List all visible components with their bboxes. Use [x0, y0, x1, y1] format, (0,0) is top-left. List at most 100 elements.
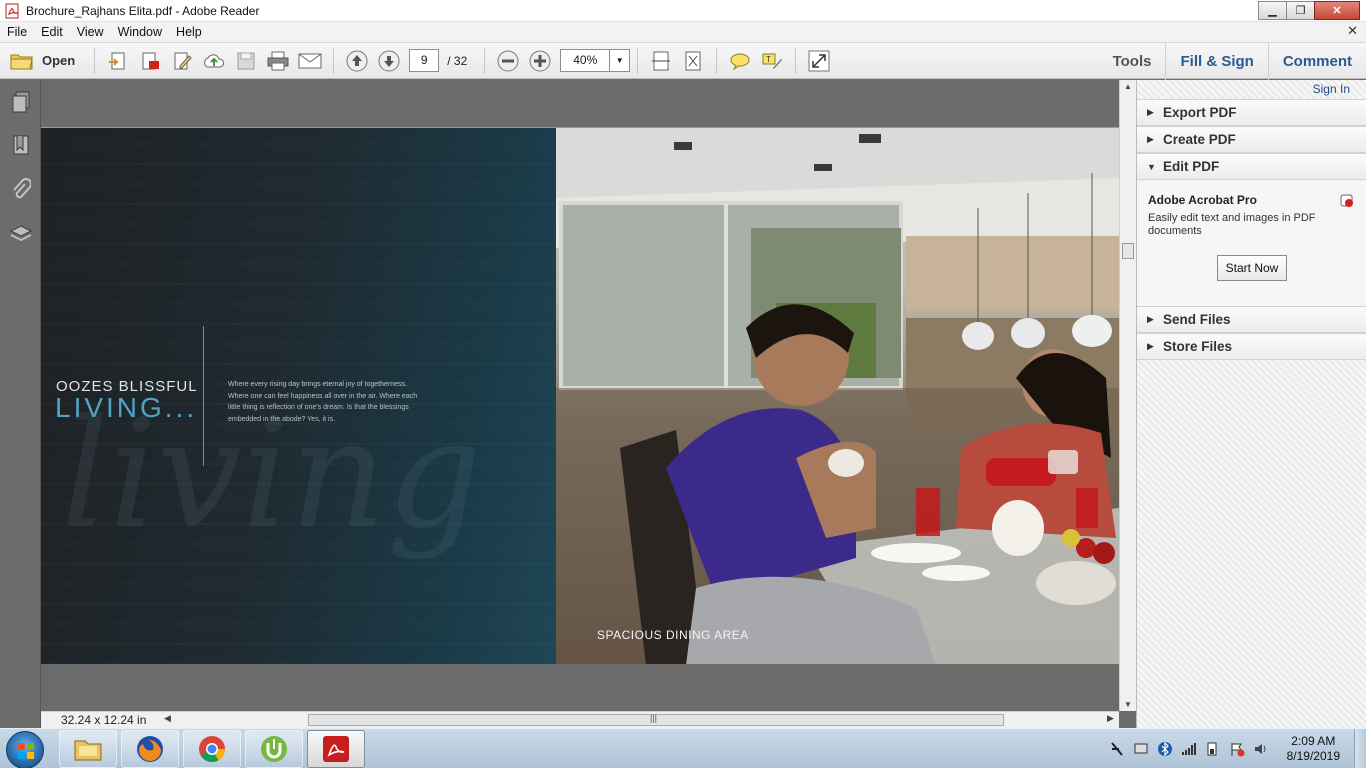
toolbar-separator: [795, 47, 797, 74]
menu-window[interactable]: Window: [111, 25, 169, 39]
scroll-left-icon[interactable]: ◀: [164, 713, 171, 724]
section-label: Edit PDF: [1163, 159, 1220, 174]
taskbar-adobe-reader[interactable]: [307, 730, 365, 768]
layers-icon[interactable]: [0, 212, 41, 256]
comment-icon[interactable]: [728, 49, 752, 73]
full-screen-icon[interactable]: [807, 49, 831, 73]
scroll-down-icon[interactable]: ▼: [1124, 700, 1132, 709]
tab-tools[interactable]: Tools: [1099, 43, 1166, 80]
section-edit-pdf[interactable]: ▼ Edit PDF: [1137, 153, 1366, 180]
zoom-value[interactable]: 40%: [560, 49, 611, 72]
flag-warning-icon[interactable]: [1229, 741, 1245, 757]
start-now-button[interactable]: Start Now: [1217, 255, 1287, 281]
page-number-input[interactable]: 9: [409, 49, 440, 72]
next-page-icon[interactable]: [377, 49, 401, 73]
section-store-files[interactable]: ▶ Store Files: [1137, 333, 1366, 360]
battery-icon[interactable]: [1205, 741, 1221, 757]
folder-icon: [74, 740, 102, 761]
section-export-pdf[interactable]: ▶ Export PDF: [1137, 99, 1366, 126]
taskbar: 2:09 AM 8/19/2019: [0, 728, 1366, 768]
chevron-down-icon[interactable]: ▼: [610, 49, 631, 72]
menu-file[interactable]: File: [0, 25, 34, 39]
tools-pane: Sign In ▶ Export PDF ▶ Create PDF ▼ Edit…: [1136, 80, 1366, 728]
page-thumbnails-icon[interactable]: [0, 80, 41, 124]
menu-help[interactable]: Help: [169, 25, 209, 39]
zoom-out-icon[interactable]: [496, 49, 520, 73]
print-icon[interactable]: [266, 49, 290, 73]
taskbar-file-explorer[interactable]: [59, 730, 117, 768]
fit-page-icon[interactable]: [681, 49, 705, 73]
photo-caption: SPACIOUS DINING AREA: [597, 628, 749, 642]
page-size-readout: 32.24 x 12.24 in: [61, 713, 147, 727]
zoom-select[interactable]: 40% ▼: [560, 49, 631, 72]
toolbar: Open 9 / 32 40% ▼ T Tools Fill & Sign Co…: [0, 42, 1366, 80]
bluetooth-icon[interactable]: [1157, 741, 1173, 757]
attachments-icon[interactable]: [0, 168, 41, 212]
menu-bar: File Edit View Window Help ✕: [0, 22, 1366, 42]
brochure-body-text: Where every rising day brings eternal jo…: [228, 381, 418, 423]
scroll-thumb[interactable]: [1122, 243, 1134, 259]
acrobat-pro-icon[interactable]: [1339, 193, 1355, 209]
upload-cloud-icon[interactable]: [202, 49, 226, 73]
chevron-down-icon: ▼: [1147, 161, 1156, 172]
close-document-button[interactable]: ✕: [1347, 23, 1358, 39]
action-center-icon[interactable]: [1109, 741, 1125, 757]
scroll-up-icon[interactable]: ▲: [1124, 82, 1132, 91]
chrome-icon: [199, 736, 226, 763]
chevron-right-icon: ▶: [1147, 314, 1154, 324]
bookmarks-icon[interactable]: [0, 124, 41, 168]
horizontal-scrollbar[interactable]: |||: [308, 713, 1004, 726]
export-pdf-icon[interactable]: [106, 49, 130, 73]
section-send-files[interactable]: ▶ Send Files: [1137, 306, 1366, 333]
edit-pdf-body: Adobe Acrobat Pro Easily edit text and i…: [1137, 181, 1366, 307]
previous-page-icon[interactable]: [345, 49, 369, 73]
section-label: Create PDF: [1163, 132, 1236, 147]
zoom-in-icon[interactable]: [528, 49, 552, 73]
page-total: / 32: [447, 53, 468, 68]
toolbar-separator: [333, 47, 335, 74]
section-create-pdf[interactable]: ▶ Create PDF: [1137, 126, 1366, 153]
restore-button[interactable]: ❐: [1286, 1, 1315, 20]
toolbar-separator: [484, 47, 486, 74]
edit-pdf-icon[interactable]: [170, 49, 194, 73]
adobe-reader-app-icon: [5, 3, 20, 18]
network-signal-icon[interactable]: [1181, 741, 1197, 757]
scroll-grip-icon: |||: [650, 713, 658, 723]
section-label: Export PDF: [1163, 105, 1237, 120]
tab-fill-sign[interactable]: Fill & Sign: [1165, 43, 1267, 80]
highlight-text-icon[interactable]: T: [760, 49, 784, 73]
section-label: Send Files: [1163, 312, 1231, 327]
display-icon[interactable]: [1133, 741, 1149, 757]
navigation-pane: [0, 80, 41, 728]
volume-icon[interactable]: [1253, 741, 1269, 757]
taskbar-utorrent[interactable]: [245, 730, 303, 768]
dining-scene-illustration: [556, 128, 1119, 664]
menu-edit[interactable]: Edit: [34, 25, 70, 39]
sign-in-link[interactable]: Sign In: [1313, 82, 1350, 96]
tab-comment[interactable]: Comment: [1267, 43, 1366, 80]
taskbar-firefox[interactable]: [121, 730, 179, 768]
taskbar-chrome[interactable]: [183, 730, 241, 768]
start-button[interactable]: [6, 731, 44, 768]
chevron-right-icon: ▶: [1147, 107, 1154, 117]
vertical-divider: [203, 326, 204, 466]
menu-view[interactable]: View: [70, 25, 111, 39]
section-label: Store Files: [1163, 339, 1233, 354]
toolbar-right-tabs: Tools Fill & Sign Comment: [1099, 43, 1366, 80]
vertical-scrollbar[interactable]: ▲ ▼: [1119, 80, 1136, 711]
status-bar: 32.24 x 12.24 in ◀ ||| ▶: [41, 711, 1119, 728]
firefox-icon: [137, 736, 163, 762]
show-desktop-button[interactable]: [1354, 729, 1366, 768]
product-name: Adobe Acrobat Pro: [1148, 193, 1257, 207]
scroll-right-icon[interactable]: ▶: [1107, 713, 1114, 724]
fit-width-icon[interactable]: [649, 49, 673, 73]
open-button[interactable]: Open: [10, 51, 75, 71]
save-icon[interactable]: [234, 49, 258, 73]
email-icon[interactable]: [298, 49, 322, 73]
minimize-button[interactable]: ▁: [1258, 1, 1287, 20]
window-controls: ▁ ❐ ✕: [1258, 1, 1360, 20]
create-pdf-icon[interactable]: [138, 49, 162, 73]
clock[interactable]: 2:09 AM 8/19/2019: [1287, 734, 1340, 764]
close-button[interactable]: ✕: [1314, 1, 1360, 20]
utorrent-icon: [261, 736, 287, 762]
